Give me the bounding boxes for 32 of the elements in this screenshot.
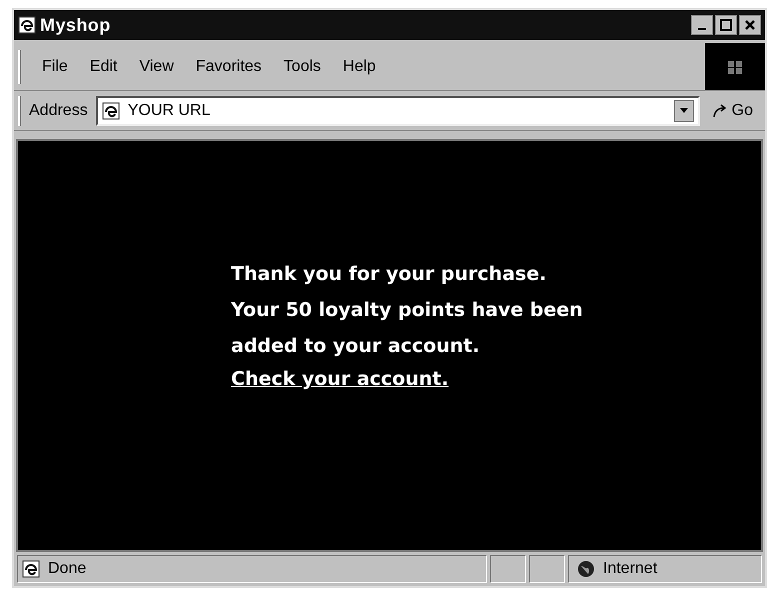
address-label: Address	[29, 100, 88, 120]
page-icon	[102, 102, 120, 120]
status-panel	[490, 555, 526, 583]
menu-item[interactable]: Tools	[272, 54, 332, 78]
menu-item[interactable]: Help	[332, 54, 387, 78]
dropdown-button[interactable]	[674, 100, 694, 122]
close-button[interactable]	[739, 15, 761, 35]
arrow-icon	[712, 102, 728, 118]
minimize-icon	[698, 28, 706, 30]
close-icon	[744, 19, 756, 31]
browser-icon	[18, 16, 36, 34]
page-icon	[22, 560, 40, 578]
status-text: Done	[48, 559, 86, 579]
menu-item[interactable]: View	[128, 54, 185, 78]
window-title: Myshop	[40, 14, 111, 37]
minimize-button[interactable]	[691, 15, 713, 35]
address-field[interactable]: YOUR URL	[96, 96, 700, 126]
menu-item[interactable]: Edit	[78, 54, 128, 78]
status-panel	[529, 555, 565, 583]
account-link[interactable]: Check your account.	[231, 364, 449, 394]
caret-icon	[680, 108, 688, 113]
message-line: added to your account.	[231, 334, 481, 359]
maximize-button[interactable]	[715, 15, 737, 35]
message-line: Thank you for your purchase.	[231, 262, 548, 287]
maximize-icon	[720, 19, 732, 31]
menu-item[interactable]: Favorites	[184, 54, 273, 78]
globe-icon	[577, 560, 595, 578]
url-text: YOUR URL	[128, 100, 210, 120]
message-line: Your 50 loyalty points have been	[231, 298, 584, 323]
go-button[interactable]: Go	[708, 98, 757, 122]
zone-text: Internet	[603, 559, 658, 579]
menu-item[interactable]: File	[31, 54, 79, 78]
